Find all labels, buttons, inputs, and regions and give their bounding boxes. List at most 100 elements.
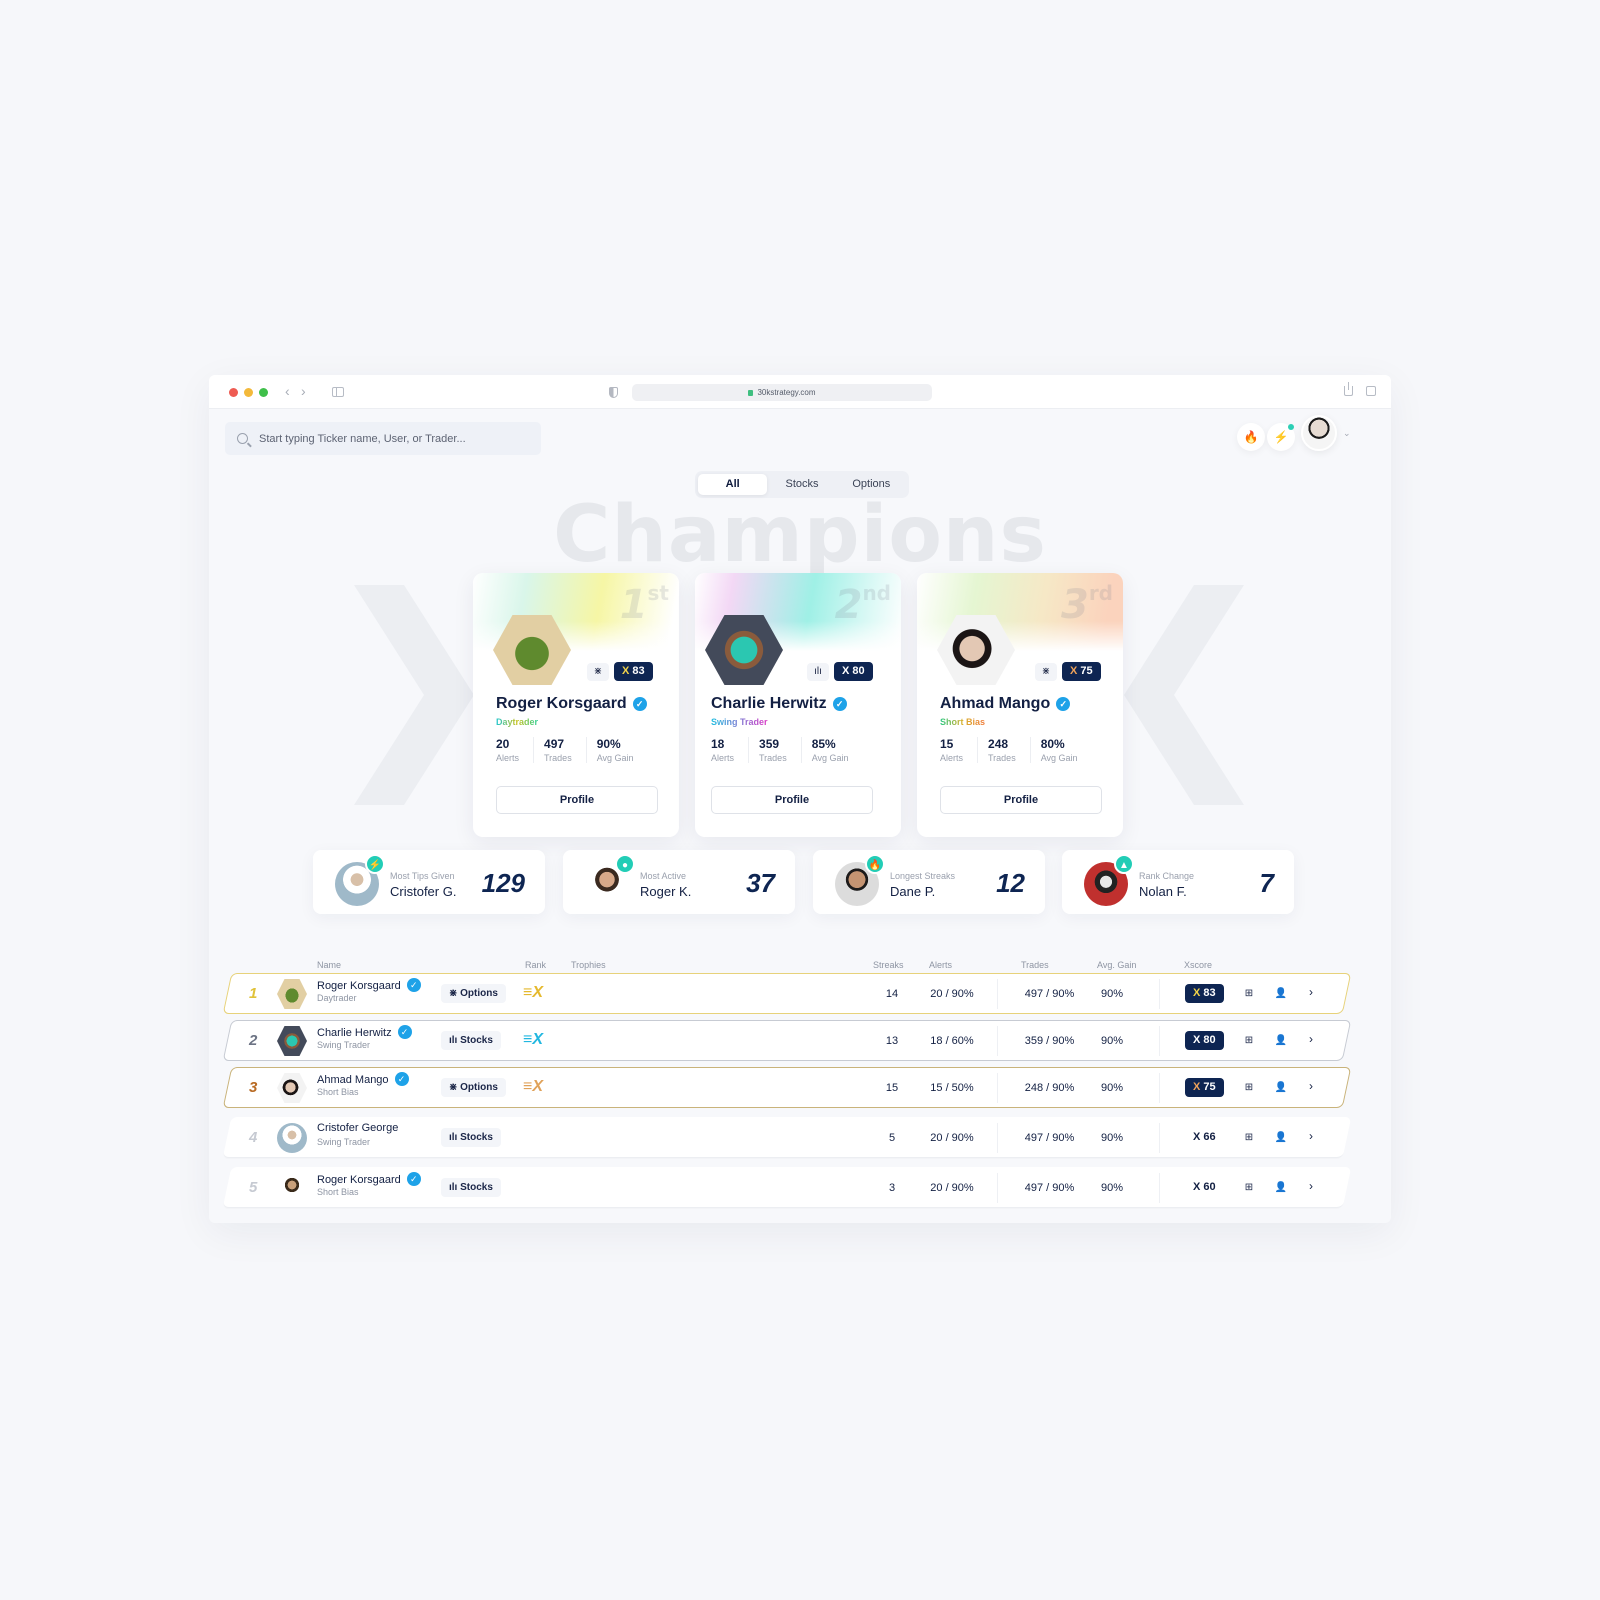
table-row[interactable]: 1 Roger Korsgaard ✓ Daytrader ⋇ Options ≡…	[222, 973, 1352, 1014]
search-icon	[237, 433, 248, 444]
column-divider	[1159, 1173, 1160, 1203]
alerts-value: 20 / 90%	[930, 1131, 974, 1144]
bolt-icon: ⚡	[1273, 430, 1289, 444]
podium-card-third: 3rd ⋇ X 75 Ahmad Mango ✓ Short Bias 15 Aler…	[917, 573, 1123, 837]
place-label: 1st	[619, 581, 669, 628]
alerts-value: 20	[496, 737, 510, 751]
minimize-window-button[interactable]	[244, 388, 253, 397]
streaks-value: 13	[885, 1034, 899, 1047]
avg-gain-value: 90%	[1100, 987, 1124, 1000]
notifications-button[interactable]: ⚡	[1267, 423, 1295, 451]
trader-type: Swing Trader	[711, 717, 768, 727]
trader-type: Short Bias	[940, 717, 986, 727]
highlight-card-most-tips[interactable]: ⚡ Most Tips Given Cristofer G. 129	[313, 850, 545, 914]
copy-trade-icon[interactable]: ⊞	[1238, 1030, 1260, 1052]
column-xscore[interactable]: Xscore	[1184, 960, 1212, 970]
column-rank[interactable]: Rank	[525, 960, 546, 970]
trader-name[interactable]: Roger Korsgaard ✓	[317, 978, 421, 992]
tabs-overview-icon[interactable]	[1366, 386, 1376, 396]
column-trades[interactable]: Trades	[1021, 960, 1049, 970]
highlight-value: 37	[746, 868, 775, 898]
alerts-value: 18	[711, 737, 725, 751]
options-icon: ⋇	[587, 663, 609, 681]
chevron-right-icon[interactable]: ›	[1309, 985, 1313, 999]
market-tag: ılı Stocks	[441, 1178, 501, 1197]
trader-name[interactable]: Cristofer George	[317, 1122, 398, 1134]
highlight-name: Nolan F.	[1139, 884, 1187, 899]
trader-avatar[interactable]	[277, 1173, 307, 1203]
trader-name[interactable]: Ahmad Mango ✓	[317, 1072, 409, 1086]
chevron-right-icon[interactable]: ›	[1309, 1079, 1313, 1093]
follow-user-icon[interactable]: 👤	[1270, 1077, 1292, 1099]
x-logo-icon: X	[1193, 987, 1201, 999]
verified-icon: ✓	[394, 1072, 409, 1086]
url-text: 30kstrategy.com	[757, 388, 816, 397]
column-alerts[interactable]: Alerts	[929, 960, 952, 970]
highlight-card-longest-streaks[interactable]: 🔥 Longest Streaks Dane P. 12	[813, 850, 1045, 914]
place-label: 3rd	[1060, 581, 1113, 628]
maximize-window-button[interactable]	[259, 388, 268, 397]
trades-value: 248	[988, 737, 1009, 751]
highlight-card-most-active[interactable]: ● Most Active Roger K. 37	[563, 850, 795, 914]
highlight-value: 129	[481, 868, 525, 898]
trader-avatar[interactable]	[277, 1123, 307, 1153]
table-row[interactable]: 2 Charlie Herwitz ✓ Swing Trader ılı Stoc…	[222, 1020, 1352, 1061]
rank-number: 4	[249, 1129, 258, 1146]
verified-icon: ✓	[406, 1172, 421, 1186]
column-divider	[997, 979, 998, 1009]
trader-name[interactable]: Charlie Herwitz ✓	[711, 695, 847, 713]
chevron-right-icon[interactable]: ›	[1309, 1179, 1313, 1193]
champions-title: Champions	[553, 490, 1047, 580]
trades-value: 359	[759, 737, 780, 751]
copy-trade-icon[interactable]: ⊞	[1238, 1177, 1260, 1199]
trader-name[interactable]: Charlie Herwitz ✓	[317, 1025, 412, 1039]
xscore-badge: X 83	[1185, 984, 1224, 1003]
close-window-button[interactable]	[229, 388, 238, 397]
profile-button[interactable]: Profile	[711, 786, 873, 814]
chevron-down-icon[interactable]: ⌄	[1343, 428, 1351, 439]
trader-stats: 18 Alerts 359 Trades 85% Avg Gain	[711, 737, 873, 763]
user-avatar[interactable]	[1301, 415, 1337, 451]
avg-gain-value: 90%	[1100, 1131, 1124, 1144]
copy-trade-icon[interactable]: ⊞	[1238, 1127, 1260, 1149]
table-row[interactable]: 4 Cristofer George Swing Trader ılı Stoc…	[222, 1117, 1352, 1158]
share-icon[interactable]	[1344, 382, 1353, 396]
table-row[interactable]: 5 Roger Korsgaard ✓ Short Bias ılı Stocks…	[222, 1167, 1352, 1208]
streak-button[interactable]: 🔥	[1237, 423, 1265, 451]
notification-dot	[1288, 424, 1294, 430]
highlight-card-rank-change[interactable]: ▲ Rank Change Nolan F. 7	[1062, 850, 1294, 914]
copy-trade-icon[interactable]: ⊞	[1238, 1077, 1260, 1099]
trader-type: Daytrader	[496, 717, 539, 727]
column-name[interactable]: Name	[317, 960, 341, 970]
chevron-right-icon[interactable]: ›	[1309, 1032, 1313, 1046]
search-bar[interactable]	[225, 422, 541, 455]
copy-trade-icon[interactable]: ⊞	[1238, 983, 1260, 1005]
sidebar-toggle-icon[interactable]	[332, 387, 344, 397]
chevron-right-icon[interactable]: ›	[1309, 1129, 1313, 1143]
browser-window: ‹ › 30kstrategy.com 🔥 ⚡ ⌄ All Stocks Opt…	[209, 375, 1391, 1223]
follow-user-icon[interactable]: 👤	[1270, 1127, 1292, 1149]
back-icon[interactable]: ‹	[285, 383, 290, 399]
address-bar[interactable]: 30kstrategy.com	[632, 384, 932, 401]
trader-name[interactable]: Roger Korsgaard ✓	[317, 1172, 421, 1186]
follow-user-icon[interactable]: 👤	[1270, 1177, 1292, 1199]
follow-user-icon[interactable]: 👤	[1270, 1030, 1292, 1052]
streaks-value: 5	[888, 1131, 896, 1144]
alerts-value: 15	[940, 737, 954, 751]
trader-name[interactable]: Roger Korsgaard ✓	[496, 695, 647, 713]
column-avg-gain[interactable]: Avg. Gain	[1097, 960, 1136, 970]
profile-button[interactable]: Profile	[496, 786, 658, 814]
xscore-badge: X 60	[1193, 1181, 1216, 1193]
table-row[interactable]: 3 Ahmad Mango ✓ Short Bias ⋇ Options ≡X 1…	[222, 1067, 1352, 1108]
avg-gain-label: Avg Gain	[596, 753, 634, 763]
forward-icon[interactable]: ›	[301, 383, 306, 399]
trader-name[interactable]: Ahmad Mango ✓	[940, 695, 1071, 713]
column-streaks[interactable]: Streaks	[873, 960, 904, 970]
search-input[interactable]	[259, 432, 519, 445]
x-logo-icon: X	[1193, 1034, 1201, 1046]
follow-user-icon[interactable]: 👤	[1270, 983, 1292, 1005]
profile-button[interactable]: Profile	[940, 786, 1102, 814]
privacy-shield-icon[interactable]	[609, 387, 618, 398]
column-trophies[interactable]: Trophies	[571, 960, 606, 970]
verified-icon: ✓	[832, 697, 847, 711]
